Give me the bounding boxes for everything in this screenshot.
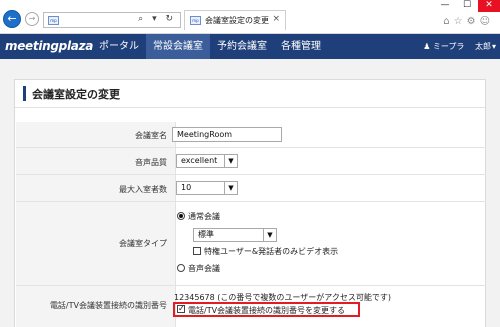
tab-favicon-icon: mp	[190, 16, 201, 25]
menu-item-administration[interactable]: 各種管理	[274, 34, 328, 59]
radio-normal-meeting[interactable]	[177, 212, 185, 220]
row-max-participants: 最大入室者数 10 ▼	[16, 175, 486, 202]
change-phone-id-checkbox[interactable]: ✓	[177, 305, 185, 313]
meetingplaza-logo[interactable]: meetingplaza	[5, 39, 93, 53]
tab-close-icon[interactable]: ×	[272, 14, 280, 24]
site-favicon-icon: mp	[48, 16, 59, 25]
room-name-input[interactable]: MeetingRoom	[172, 127, 282, 142]
video-restriction-checkbox[interactable]	[193, 247, 201, 255]
max-participants-label: 最大入室者数	[119, 185, 167, 194]
label-cell: 最大入室者数	[16, 175, 176, 201]
row-room-name: 会議室名 MeetingRoom	[16, 122, 486, 148]
favorites-star-icon[interactable]: ☆	[454, 16, 467, 27]
meeting-mode-select[interactable]: 標準 ▼	[193, 228, 277, 242]
user-area: ♟ ミープラ 太郎▾	[415, 34, 496, 59]
room-name-label: 会議室名	[135, 131, 167, 140]
browser-chrome: — ☐ ✕ ← → mp ⌕ ▾ ↻ mp 会議室設定の変更 × ⌂☆⚙☺	[0, 0, 500, 34]
chevron-down-icon: ▼	[224, 155, 237, 167]
audio-quality-label: 音声品質	[135, 158, 167, 167]
feedback-smiley-icon[interactable]: ☺	[480, 16, 494, 27]
chevron-down-icon: ▼	[224, 182, 237, 194]
address-bar-icons[interactable]: ⌕ ▾ ↻	[138, 14, 176, 24]
settings-gear-icon[interactable]: ⚙	[467, 16, 480, 27]
forward-arrow-icon[interactable]: →	[25, 12, 39, 26]
radio-normal-meeting-label: 通常会議	[188, 212, 220, 221]
main-menu: ポータル 常設会議室 予約会議室 各種管理	[92, 34, 328, 59]
row-audio-quality: 音声品質 excellent ▼	[16, 148, 486, 175]
row-room-type: 会議室タイプ 通常会議 標準 ▼ 特権ユーザー&発話者のみビデオ表示 音声会議	[16, 202, 486, 286]
back-arrow-icon[interactable]: ←	[3, 10, 21, 28]
menu-item-portal[interactable]: ポータル	[92, 34, 146, 59]
menu-item-reserved-rooms[interactable]: 予約会議室	[210, 34, 274, 59]
max-participants-value: 10	[181, 183, 192, 192]
label-cell: 音声品質	[16, 148, 176, 174]
maximize-button[interactable]: ☐	[456, 0, 478, 12]
browser-toolbar-icons[interactable]: ⌂☆⚙☺	[443, 16, 494, 27]
user-menu[interactable]: 太郎▾	[475, 42, 496, 51]
page-title: 会議室設定の変更	[32, 88, 120, 101]
video-restriction-label: 特権ユーザー&発話者のみビデオ表示	[204, 247, 339, 256]
label-cell: 会議室タイプ	[16, 202, 176, 285]
phone-id-label: 電話/TV会議装置接続の識別番号	[49, 301, 167, 310]
chevron-down-icon: ▼	[263, 229, 276, 241]
user-group-label: ミープラ	[432, 42, 465, 51]
user-icon: ♟	[423, 42, 431, 51]
window-controls: — ☐ ✕	[434, 0, 500, 12]
max-participants-select[interactable]: 10 ▼	[176, 181, 238, 195]
user-name-label: 太郎	[474, 42, 491, 51]
minimize-button[interactable]: —	[434, 0, 456, 12]
radio-audio-meeting-label: 音声会議	[188, 264, 220, 273]
label-cell: 会議室名	[16, 122, 176, 147]
menu-item-permanent-rooms[interactable]: 常設会議室	[146, 34, 210, 59]
browser-tab[interactable]: mp 会議室設定の変更 ×	[184, 10, 286, 30]
radio-audio-meeting[interactable]	[177, 264, 185, 272]
panel-header: 会議室設定の変更	[15, 80, 485, 108]
tab-title: 会議室設定の変更	[205, 16, 269, 25]
app-header: meetingplaza ポータル 常設会議室 予約会議室 各種管理 ♟ ミープ…	[0, 34, 500, 59]
audio-quality-select[interactable]: excellent ▼	[176, 154, 238, 168]
settings-panel: 会議室設定の変更 会議室名 MeetingRoom 音声品質 excellent…	[14, 79, 486, 327]
title-accent-bar	[23, 86, 26, 101]
home-icon[interactable]: ⌂	[443, 16, 453, 27]
meeting-mode-value: 標準	[198, 230, 214, 239]
content-area: 会議室設定の変更 会議室名 MeetingRoom 音声品質 excellent…	[0, 59, 500, 327]
label-cell: 電話/TV会議装置接続の識別番号	[16, 286, 176, 327]
row-phone-id: 電話/TV会議装置接続の識別番号 12345678 (この番号で複数のユーザーが…	[16, 286, 486, 327]
audio-quality-value: excellent	[181, 156, 218, 165]
room-type-label: 会議室タイプ	[119, 239, 167, 248]
close-window-button[interactable]: ✕	[478, 0, 500, 12]
chevron-down-icon: ▾	[491, 42, 496, 51]
user-group-link[interactable]: ♟ ミープラ	[423, 42, 464, 51]
change-phone-id-label: 電話/TV会議装置接続の識別番号を変更する	[188, 306, 346, 315]
address-bar[interactable]: mp ⌕ ▾ ↻	[43, 12, 181, 28]
